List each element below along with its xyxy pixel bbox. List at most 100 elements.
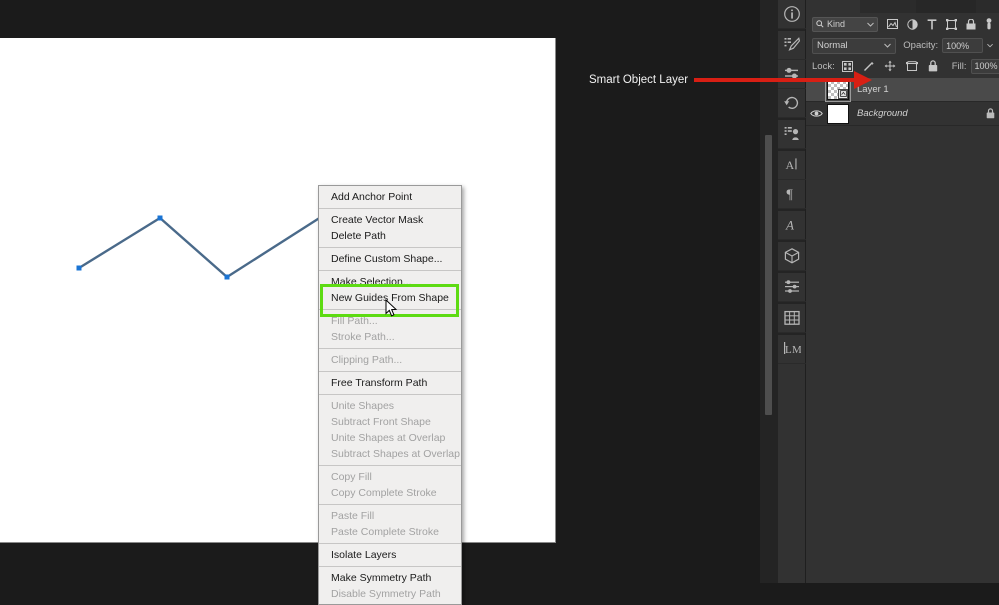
document-canvas[interactable] — [0, 38, 556, 543]
menu-item-disable-symmetry-path: Disable Symmetry Path — [319, 586, 461, 602]
adjustment-filter-icon[interactable] — [907, 19, 918, 30]
character-icon: A — [783, 156, 801, 174]
tab-paths[interactable] — [916, 0, 976, 13]
info-panel-button[interactable] — [778, 0, 806, 29]
layer-name[interactable]: Background — [857, 108, 981, 119]
chevron-down-icon[interactable] — [867, 22, 874, 27]
chevron-down-icon[interactable] — [884, 43, 891, 48]
menu-item-define-custom-shape[interactable]: Define Custom Shape... — [319, 251, 461, 267]
menu-item-copy-fill: Copy Fill — [319, 469, 461, 485]
menu-item-unite-shapes-at-overlap: Unite Shapes at Overlap — [319, 430, 461, 446]
svg-text:A: A — [786, 158, 795, 172]
shape-filter-icon[interactable] — [946, 19, 957, 30]
opacity-stepper-chevron-icon[interactable] — [987, 43, 993, 48]
glyphs-icon — [783, 309, 801, 327]
search-icon — [816, 20, 824, 28]
panel-tab-strip[interactable] — [806, 0, 999, 13]
layer-filter-row[interactable]: Kind — [806, 13, 999, 35]
menu-item-paste-complete-stroke: Paste Complete Stroke — [319, 524, 461, 540]
fill-value: 100% — [975, 61, 998, 71]
mouse-cursor-icon — [385, 299, 398, 318]
paragraph-icon: ¶ — [783, 185, 801, 203]
lock-icon — [986, 108, 995, 119]
history-panel-button[interactable] — [778, 89, 806, 118]
menu-item-subtract-front-shape: Subtract Front Shape — [319, 414, 461, 430]
blend-mode-value: Normal — [817, 40, 848, 51]
fill-label: Fill: — [952, 61, 967, 72]
layer-visibility-toggle[interactable] — [806, 109, 827, 118]
opacity-field[interactable]: 100% — [942, 38, 983, 53]
panel-scrollbar-thumb[interactable] — [765, 135, 772, 415]
smart-object-filter-icon[interactable] — [966, 19, 976, 30]
blend-mode-row[interactable]: Normal Opacity: 100% — [806, 35, 999, 56]
filter-toggle-icon[interactable] — [985, 18, 993, 30]
3d-panel-button[interactable] — [778, 242, 806, 271]
menu-separator — [319, 465, 461, 466]
tab-channels[interactable] — [861, 0, 915, 13]
pixel-filter-icon[interactable] — [887, 19, 898, 29]
menu-separator — [319, 394, 461, 395]
layer-name[interactable]: Layer 1 — [857, 84, 981, 95]
menu-item-unite-shapes: Unite Shapes — [319, 398, 461, 414]
menu-item-make-symmetry-path[interactable]: Make Symmetry Path — [319, 570, 461, 586]
menu-separator — [319, 348, 461, 349]
type-filter-icon[interactable] — [927, 19, 937, 30]
menu-item-clipping-path: Clipping Path... — [319, 352, 461, 368]
svg-text:¶: ¶ — [787, 188, 794, 203]
path-anchor-point[interactable] — [77, 266, 82, 271]
menu-item-free-transform-path[interactable]: Free Transform Path — [319, 375, 461, 391]
brush-presets-icon — [783, 36, 801, 54]
menu-separator — [319, 566, 461, 567]
layer-filter-icons[interactable] — [887, 18, 993, 30]
menu-separator — [319, 371, 461, 372]
svg-text:A: A — [785, 218, 794, 233]
tab-layers[interactable] — [806, 0, 860, 13]
opacity-label: Opacity: — [903, 40, 938, 51]
layer-filter-kind-value: Kind — [827, 19, 845, 29]
libraries-icon: LM — [783, 340, 801, 358]
brushes-panel-button[interactable] — [778, 31, 806, 60]
menu-separator — [319, 543, 461, 544]
menu-item-stroke-path: Stroke Path... — [319, 329, 461, 345]
path-anchor-point[interactable] — [158, 216, 163, 221]
path-context-menu[interactable]: Add Anchor Point Create Vector MaskDelete… — [318, 185, 462, 605]
menu-item-delete-path[interactable]: Delete Path — [319, 228, 461, 244]
menu-item-subtract-shapes-at-overlap: Subtract Shapes at Overlap — [319, 446, 461, 462]
fill-field[interactable]: 100% — [971, 59, 999, 74]
libraries-panel-button[interactable]: LM — [778, 335, 806, 364]
layer-lock-indicator — [981, 108, 999, 119]
menu-item-make-selection[interactable]: Make Selection... — [319, 274, 461, 290]
zigzag-path-svg — [0, 38, 556, 543]
lock-all-icon[interactable] — [928, 60, 938, 72]
white-thumbnail[interactable] — [827, 104, 849, 124]
layer-row[interactable]: Background — [806, 102, 999, 126]
lock-position-icon[interactable] — [884, 60, 896, 72]
menu-separator — [319, 247, 461, 248]
paragraph-panel-button[interactable]: ¶ — [778, 180, 806, 209]
menu-item-paste-fill: Paste Fill — [319, 508, 461, 524]
menu-item-isolate-layers[interactable]: Isolate Layers — [319, 547, 461, 563]
character-styles-icon: A — [783, 216, 801, 234]
blend-mode-select[interactable]: Normal — [812, 38, 896, 54]
actions-panel-button[interactable] — [778, 120, 806, 149]
lock-artboard-nesting-icon[interactable] — [906, 61, 918, 72]
menu-item-create-vector-mask[interactable]: Create Vector Mask — [319, 212, 461, 228]
glyphs-panel-button[interactable] — [778, 304, 806, 333]
character-panel-button[interactable]: A — [778, 151, 806, 180]
actions-icon — [783, 125, 801, 143]
opacity-value: 100% — [946, 41, 969, 51]
character-styles-panel-button[interactable]: A — [778, 211, 806, 240]
red-callout-arrow — [694, 66, 872, 92]
info-icon — [783, 5, 801, 23]
svg-text:L: L — [785, 344, 792, 356]
menu-item-copy-complete-stroke: Copy Complete Stroke — [319, 485, 461, 501]
menu-separator — [319, 208, 461, 209]
path-anchor-point[interactable] — [225, 275, 230, 280]
eye-icon — [810, 109, 823, 118]
properties-panel-button[interactable] — [778, 273, 806, 302]
svg-text:M: M — [792, 344, 801, 356]
annotation-label: Smart Object Layer — [589, 74, 688, 86]
layer-filter-kind-select[interactable]: Kind — [812, 17, 878, 32]
menu-item-add-anchor-point[interactable]: Add Anchor Point — [319, 189, 461, 205]
menu-separator — [319, 504, 461, 505]
